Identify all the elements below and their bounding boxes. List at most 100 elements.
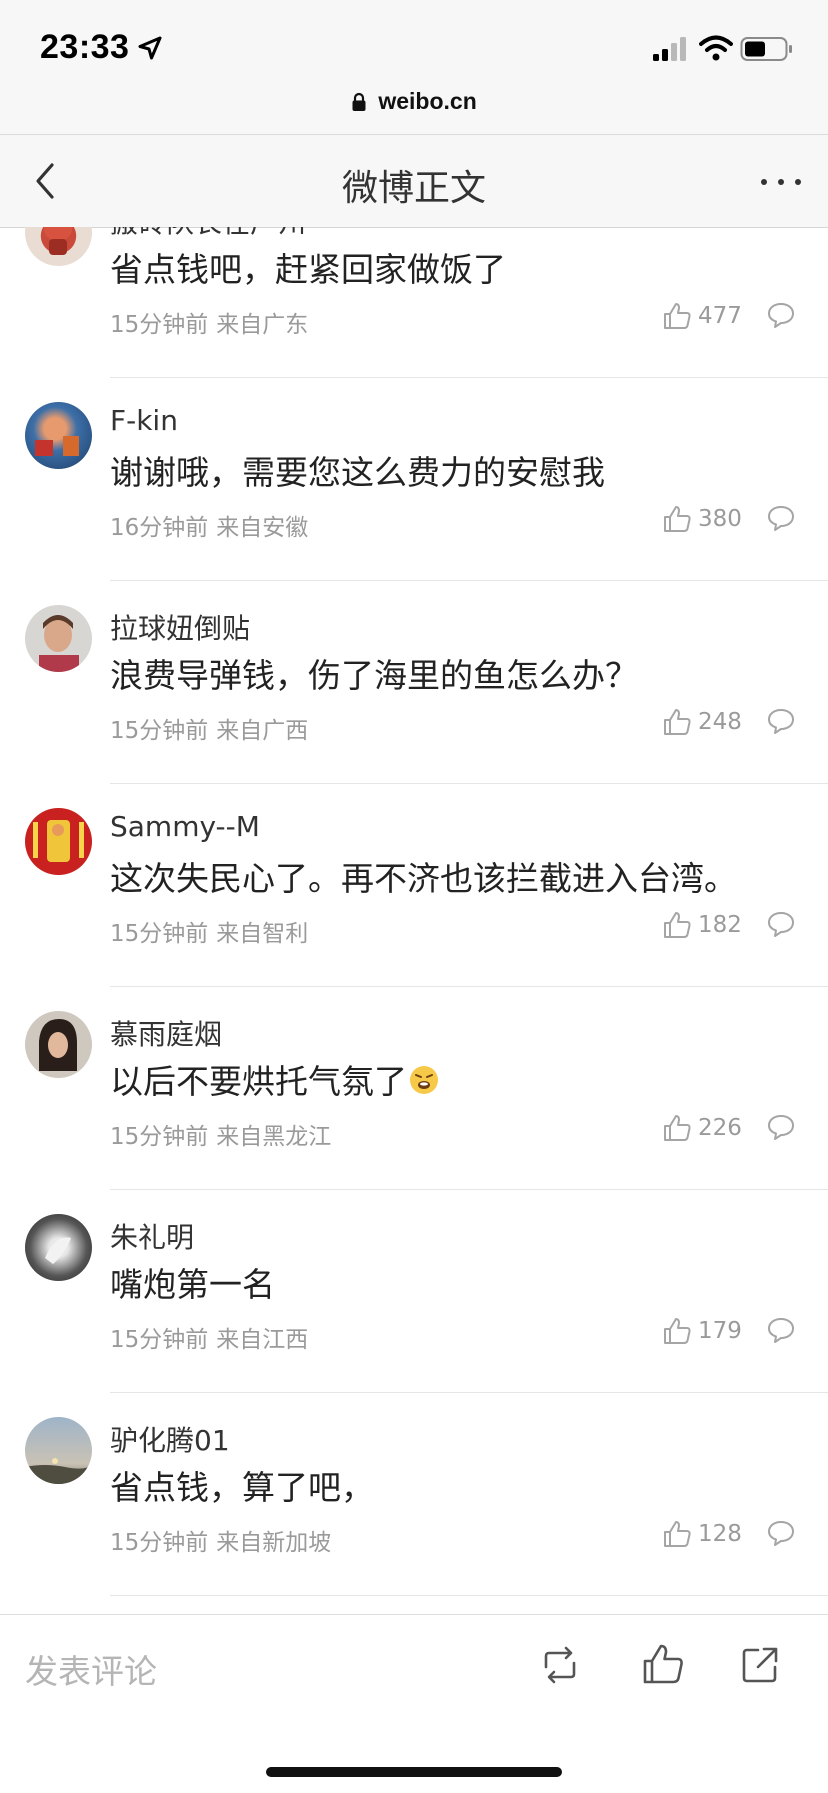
avatar-image: [39, 615, 79, 672]
avatar[interactable]: [25, 1417, 92, 1484]
signal-icon: [653, 37, 686, 61]
more-options-button[interactable]: [756, 167, 806, 197]
avatar-image: [35, 436, 79, 456]
thumbs-up-icon: [664, 912, 691, 938]
like-count: 179: [698, 1318, 742, 1344]
comment-item: 拉球妞倒贴 浪费导弹钱，伤了海里的鱼怎么办？ 15分钟前 来自广西 248: [0, 581, 828, 784]
comment-input[interactable]: 发表评论: [25, 1645, 157, 1693]
thumbs-up-icon: [664, 1521, 691, 1547]
avatar-image: [45, 1237, 71, 1264]
comment-time: 15分钟前: [110, 718, 209, 744]
thumbs-up-icon: [664, 709, 691, 735]
like-button[interactable]: 128: [662, 1515, 742, 1555]
reply-comment-icon[interactable]: [766, 300, 796, 330]
share-button[interactable]: [738, 1643, 782, 1687]
wifi-icon: [699, 35, 733, 61]
comment-source: 来自广西: [216, 718, 309, 744]
avatar-image: [25, 1458, 92, 1484]
comment-item: F-kin 谢谢哦，需要您这么费力的安慰我 16分钟前 来自安徽 380: [0, 378, 828, 581]
reply-comment-icon[interactable]: [766, 503, 796, 533]
comment-meta: 15分钟前 来自新加坡: [110, 1523, 331, 1557]
avatar[interactable]: [25, 808, 92, 875]
angry-emoji-icon: [410, 1066, 438, 1094]
like-count: 380: [698, 506, 742, 532]
comment-author[interactable]: 驴化腾01: [110, 1419, 230, 1459]
reply-comment-icon[interactable]: [766, 1315, 796, 1345]
nav-bar: 微博正文: [0, 134, 828, 228]
like-count: 182: [698, 912, 742, 938]
battery-icon: [740, 37, 792, 61]
avatar[interactable]: [25, 605, 92, 672]
comment-author[interactable]: F-kin: [110, 404, 178, 437]
comment-item: 搬砖队长在广州 省点钱吧，赶紧回家做饭了 15分钟前来自广东 477: [0, 227, 828, 378]
comment-source: 来自广东: [216, 312, 309, 338]
like-button[interactable]: 248: [662, 703, 742, 743]
comment-meta: 15分钟前 来自广东: [110, 305, 308, 339]
avatar-image: [33, 820, 84, 862]
comment-item: Sammy--M 这次失民心了。再不济也该拦截进入台湾。 15分钟前 来自智利 1…: [0, 784, 828, 987]
comment-author[interactable]: Sammy--M: [110, 810, 260, 843]
repost-button[interactable]: [538, 1643, 582, 1687]
comment-author[interactable]: 拉球妞倒贴: [110, 607, 250, 647]
like-button[interactable]: 477: [662, 297, 742, 337]
comment-source: 来自新加坡: [216, 1530, 332, 1556]
comment-meta: 15分钟前 来自黑龙江: [110, 1117, 331, 1151]
reply-comment-icon[interactable]: [766, 706, 796, 736]
reply-comment-icon[interactable]: [766, 1518, 796, 1548]
thumbs-up-icon: [664, 303, 691, 329]
comment-text: 谢谢哦，需要您这么费力的安慰我: [110, 453, 605, 492]
comment-meta: 15分钟前 来自智利: [110, 914, 308, 948]
comment-list[interactable]: 搬砖队长在广州 省点钱吧，赶紧回家做饭了 15分钟前来自广东 477 F-kin…: [0, 227, 828, 1613]
bottom-action-bar: 发表评论: [0, 1614, 828, 1793]
comment-author[interactable]: 搬砖队长在广州: [110, 227, 306, 241]
comment-time: 15分钟前: [110, 1327, 209, 1353]
avatar[interactable]: [25, 1011, 92, 1078]
comment-text: 省点钱，算了吧，: [110, 1468, 374, 1507]
comment-source: 来自黑龙江: [216, 1124, 332, 1150]
comment-text: 嘴炮第一名: [110, 1265, 275, 1304]
avatar[interactable]: [25, 227, 92, 266]
like-button[interactable]: 226: [662, 1109, 742, 1149]
divider: [110, 1595, 828, 1596]
avatar[interactable]: [25, 1214, 92, 1281]
comment-author[interactable]: 慕雨庭烟: [110, 1013, 222, 1053]
status-bar: 23:33: [0, 0, 828, 88]
comment-time: 15分钟前: [110, 921, 209, 947]
like-count: 477: [698, 303, 742, 329]
comment-meta: 15分钟前 来自江西: [110, 1320, 308, 1354]
comment-source: 来自智利: [216, 921, 309, 947]
comment-time: 15分钟前: [110, 1124, 209, 1150]
comment-author[interactable]: 朱礼明: [110, 1216, 194, 1256]
like-button[interactable]: 182: [662, 906, 742, 946]
comment-item: 驴化腾01 省点钱，算了吧， 15分钟前 来自新加坡 128: [0, 1393, 828, 1596]
thumbs-up-icon: [664, 506, 691, 532]
lock-icon: [352, 92, 366, 111]
like-count: 128: [698, 1521, 742, 1547]
avatar-image: [44, 227, 72, 255]
comment-time: 15分钟前: [110, 312, 209, 338]
comment-meta: 15分钟前 来自广西: [110, 711, 308, 745]
like-button[interactable]: 380: [662, 500, 742, 540]
comment-time: 15分钟前: [110, 1530, 209, 1556]
comment-source: 来自江西: [216, 1327, 309, 1353]
comment-text: 以后不要烘托气氛了: [110, 1062, 407, 1101]
comment-item: 朱礼明 嘴炮第一名 15分钟前 来自江西 179: [0, 1190, 828, 1393]
status-time: 23:33: [40, 28, 130, 66]
url-text: weibo.cn: [378, 88, 477, 114]
avatar[interactable]: [25, 402, 92, 469]
reply-comment-icon[interactable]: [766, 909, 796, 939]
comment-source: 来自安徽: [216, 515, 309, 541]
comment-meta: 16分钟前 来自安徽: [110, 508, 308, 542]
comment-text: 省点钱吧，赶紧回家做饭了: [110, 250, 506, 289]
thumbs-up-icon: [664, 1115, 691, 1141]
like-count: 248: [698, 709, 742, 735]
like-post-button[interactable]: [640, 1641, 686, 1687]
url-bar[interactable]: weibo.cn: [0, 88, 828, 134]
home-indicator[interactable]: [266, 1767, 562, 1777]
reply-comment-icon[interactable]: [766, 1112, 796, 1142]
like-button[interactable]: 179: [662, 1312, 742, 1352]
location-arrow-icon: [138, 36, 162, 60]
comment-text: 浪费导弹钱，伤了海里的鱼怎么办？: [110, 656, 638, 695]
thumbs-up-icon: [664, 1318, 691, 1344]
comment-time: 16分钟前: [110, 515, 209, 541]
